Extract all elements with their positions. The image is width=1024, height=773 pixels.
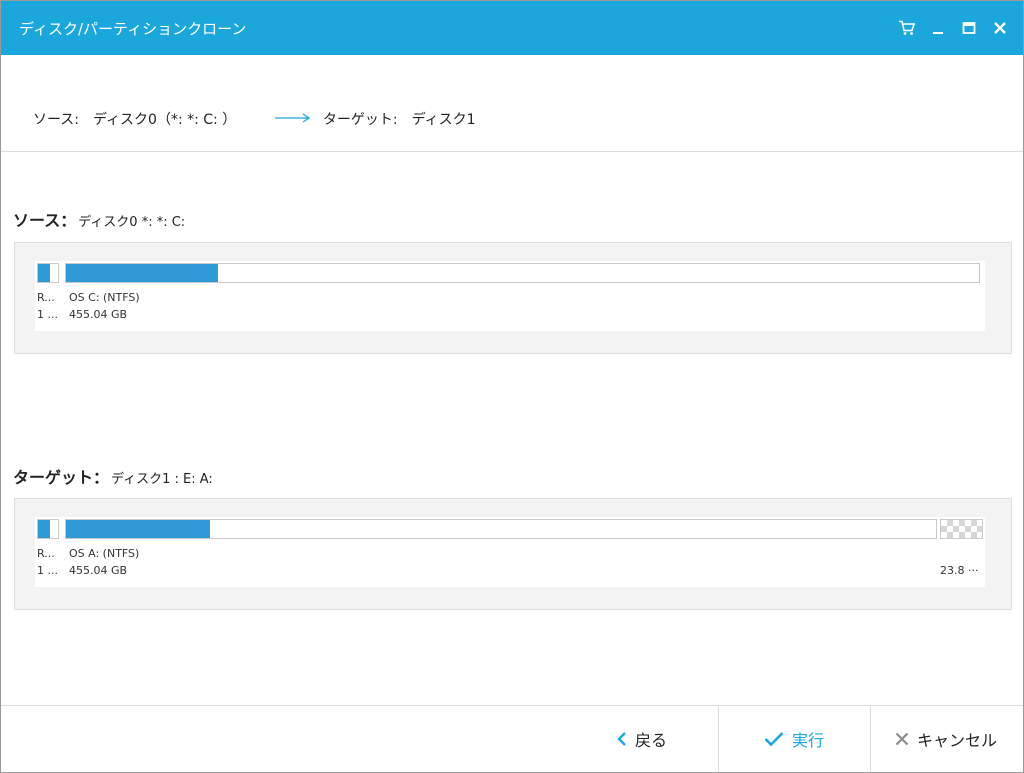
partition-line1: OS A: (NTFS) [69, 547, 140, 560]
checkmark-icon [764, 731, 784, 747]
partition-line2: 455.04 GB [69, 308, 128, 321]
unallocated-pattern [940, 519, 983, 539]
maximize-icon[interactable] [953, 15, 984, 41]
cart-icon[interactable] [891, 15, 922, 41]
route-source: ソース: ディスク0（*: *: C: ） [33, 112, 237, 128]
source-partition-os[interactable]: OS C: (NTFS) 455.04 GB [65, 261, 985, 331]
cancel-button-label: キャンセル [916, 731, 997, 750]
close-icon[interactable] [984, 15, 1015, 41]
clone-route: ソース: ディスク0（*: *: C: ） ターゲット: ディスク1 [33, 95, 476, 143]
minimize-icon[interactable] [922, 15, 953, 41]
partition-line2: 1 ... [37, 308, 58, 321]
target-disk-map: R... 1 ... OS A: (NTFS) 455.04 GB 23.8 ·… [35, 517, 985, 587]
target-partition-unallocated[interactable]: 23.8 ··· [940, 517, 985, 587]
back-button-label: 戻る [634, 731, 667, 750]
cross-icon [895, 732, 909, 746]
execute-button[interactable]: 実行 [719, 706, 869, 772]
source-label: ソース： ディスク0 *: *: C: [13, 207, 185, 231]
window-title: ディスク/パーティションクローン [19, 20, 247, 38]
source-label-disk: ディスク0 *: *: C: [78, 215, 186, 230]
chevron-left-icon [617, 732, 627, 746]
partition-line1: R... [37, 291, 55, 304]
target-disk-panel: R... 1 ... OS A: (NTFS) 455.04 GB 23.8 ·… [14, 498, 1012, 610]
partition-line1: R... [37, 547, 55, 560]
source-label-title: ソース： [13, 211, 77, 230]
target-partition-os[interactable]: OS A: (NTFS) 455.04 GB [65, 517, 937, 587]
partition-line2: 1 ... [37, 564, 58, 577]
partition-line2: 455.04 GB [69, 564, 128, 577]
execute-button-label: 実行 [791, 731, 824, 750]
target-label-title: ターゲット： [13, 468, 110, 487]
cancel-button[interactable]: キャンセル [871, 706, 1021, 772]
target-label-disk: ディスク1 : E: A: [111, 472, 213, 487]
source-partition-recovery[interactable]: R... 1 ... [37, 261, 62, 331]
route-target: ターゲット: ディスク1 [322, 112, 476, 128]
window-controls [891, 15, 1015, 41]
target-label: ターゲット： ディスク1 : E: A: [13, 464, 213, 488]
arrow-right-icon [248, 95, 311, 143]
footer: 戻る 実行 キャンセル [1, 706, 1023, 772]
clone-dialog: ディスク/パーティションクローン ソース: ディスク0（*: *: C: ） タ… [0, 0, 1024, 773]
source-disk-map: R... 1 ... OS C: (NTFS) 455.04 GB [35, 261, 985, 331]
source-disk-panel: R... 1 ... OS C: (NTFS) 455.04 GB [14, 242, 1012, 354]
target-partition-recovery[interactable]: R... 1 ... [37, 517, 62, 587]
partition-line2: 23.8 ··· [940, 564, 979, 577]
header-divider [1, 151, 1023, 152]
back-button[interactable]: 戻る [567, 706, 717, 772]
partition-line1: OS C: (NTFS) [69, 291, 140, 304]
title-bar: ディスク/パーティションクローン [1, 1, 1023, 55]
